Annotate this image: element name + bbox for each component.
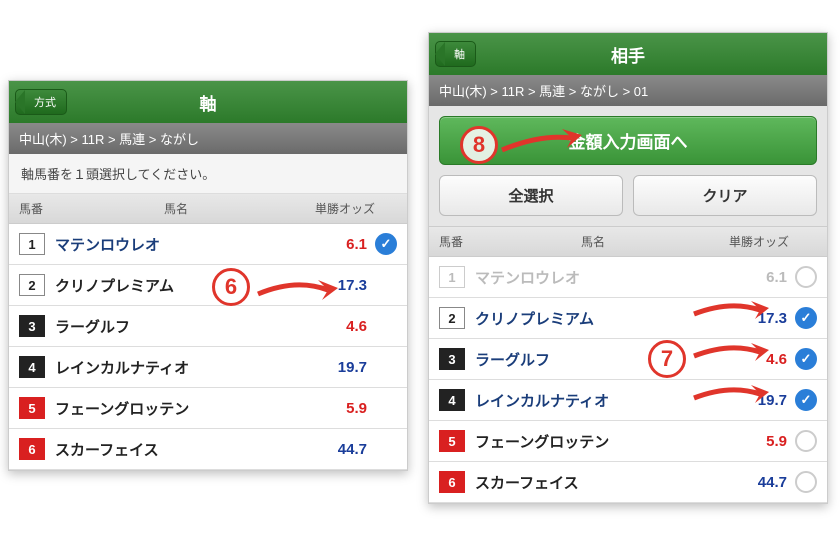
horse-row[interactable]: 6 スカーフェイス44.7 bbox=[429, 462, 827, 503]
check-icon bbox=[795, 348, 817, 370]
horse-name: ラーグルフ bbox=[55, 316, 299, 337]
horse-row[interactable]: 5 フェーングロッテン5.9 bbox=[429, 421, 827, 462]
header: 方式 軸 bbox=[9, 81, 407, 123]
select-all-button[interactable]: 全選択 bbox=[439, 175, 623, 216]
odds-value: 17.3 bbox=[719, 310, 787, 327]
horse-number: 5 bbox=[19, 397, 45, 419]
back-label: 軸 bbox=[454, 49, 465, 61]
horse-row[interactable]: 5 フェーングロッテン5.9 bbox=[9, 388, 407, 429]
horse-number: 2 bbox=[19, 274, 45, 296]
back-button[interactable]: 軸 bbox=[435, 41, 476, 67]
horse-name: クリノプレミアム bbox=[475, 308, 719, 329]
page-title: 軸 bbox=[200, 90, 217, 115]
odds-value: 44.7 bbox=[719, 474, 787, 491]
col-odds-label: 単勝オッズ bbox=[709, 233, 789, 250]
breadcrumb: 中山(木) > 11R > 馬連 > ながし > 01 bbox=[429, 75, 827, 106]
horse-name: スカーフェイス bbox=[475, 472, 719, 493]
horse-row[interactable]: 6 スカーフェイス44.7 bbox=[9, 429, 407, 470]
horse-row[interactable]: 4 レインカルナティオ19.7 bbox=[9, 347, 407, 388]
odds-value: 6.1 bbox=[719, 269, 787, 286]
odds-value: 19.7 bbox=[719, 392, 787, 409]
horse-number: 6 bbox=[19, 438, 45, 460]
odds-value: 5.9 bbox=[719, 433, 787, 450]
col-num-label: 馬番 bbox=[439, 233, 477, 250]
horse-number: 5 bbox=[439, 430, 465, 452]
horse-row[interactable]: 2 クリノプレミアム17.3 bbox=[9, 265, 407, 306]
axis-panel: 方式 軸 中山(木) > 11R > 馬連 > ながし 軸馬番を１頭選択してくだ… bbox=[8, 80, 408, 471]
odds-value: 5.9 bbox=[299, 400, 367, 417]
amount-input-button[interactable]: 金額入力画面へ bbox=[439, 116, 817, 165]
horse-name: マテンロウレオ bbox=[55, 234, 299, 255]
back-button[interactable]: 方式 bbox=[15, 89, 67, 115]
column-header: 馬番 馬名 単勝オッズ bbox=[9, 194, 407, 224]
horse-name: ラーグルフ bbox=[475, 349, 719, 370]
horse-number: 1 bbox=[19, 233, 45, 255]
horse-number: 2 bbox=[439, 307, 465, 329]
horse-name: マテンロウレオ bbox=[475, 267, 719, 288]
action-area: 金額入力画面へ 全選択 クリア bbox=[429, 106, 827, 227]
horse-row[interactable]: 3 ラーグルフ4.6 bbox=[429, 339, 827, 380]
col-num-label: 馬番 bbox=[19, 200, 57, 217]
horse-number: 6 bbox=[439, 471, 465, 493]
horse-name: フェーングロッテン bbox=[475, 431, 719, 452]
page-title: 相手 bbox=[611, 42, 645, 67]
horse-name: クリノプレミアム bbox=[55, 275, 299, 296]
horse-number: 3 bbox=[439, 348, 465, 370]
odds-value: 17.3 bbox=[299, 277, 367, 294]
horse-number: 4 bbox=[19, 356, 45, 378]
odds-value: 6.1 bbox=[299, 236, 367, 253]
odds-value: 4.6 bbox=[719, 351, 787, 368]
horse-name: スカーフェイス bbox=[55, 439, 299, 460]
horse-row[interactable]: 2 クリノプレミアム17.3 bbox=[429, 298, 827, 339]
check-icon bbox=[375, 233, 397, 255]
horse-number: 3 bbox=[19, 315, 45, 337]
odds-value: 4.6 bbox=[299, 318, 367, 335]
back-label: 方式 bbox=[34, 97, 56, 109]
check-icon bbox=[795, 471, 817, 493]
horse-number: 1 bbox=[439, 266, 465, 288]
col-name-label: 馬名 bbox=[477, 233, 709, 250]
check-icon bbox=[795, 430, 817, 452]
odds-value: 44.7 bbox=[299, 441, 367, 458]
column-header: 馬番 馬名 単勝オッズ bbox=[429, 227, 827, 257]
opponent-panel: 軸 相手 中山(木) > 11R > 馬連 > ながし > 01 金額入力画面へ… bbox=[428, 32, 828, 504]
horse-name: フェーングロッテン bbox=[55, 398, 299, 419]
header: 軸 相手 bbox=[429, 33, 827, 75]
instruction-text: 軸馬番を１頭選択してください。 bbox=[9, 154, 407, 194]
horse-number: 4 bbox=[439, 389, 465, 411]
col-name-label: 馬名 bbox=[57, 200, 295, 217]
horse-row[interactable]: 1 マテンロウレオ6.1 bbox=[9, 224, 407, 265]
odds-value: 19.7 bbox=[299, 359, 367, 376]
clear-button[interactable]: クリア bbox=[633, 175, 817, 216]
breadcrumb: 中山(木) > 11R > 馬連 > ながし bbox=[9, 123, 407, 154]
horse-row: 1 マテンロウレオ6.1 bbox=[429, 257, 827, 298]
horse-row[interactable]: 3 ラーグルフ4.6 bbox=[9, 306, 407, 347]
horse-name: レインカルナティオ bbox=[55, 357, 299, 378]
col-odds-label: 単勝オッズ bbox=[295, 200, 375, 217]
check-icon bbox=[795, 307, 817, 329]
check-icon bbox=[795, 266, 817, 288]
horse-row[interactable]: 4 レインカルナティオ19.7 bbox=[429, 380, 827, 421]
horse-name: レインカルナティオ bbox=[475, 390, 719, 411]
check-icon bbox=[795, 389, 817, 411]
